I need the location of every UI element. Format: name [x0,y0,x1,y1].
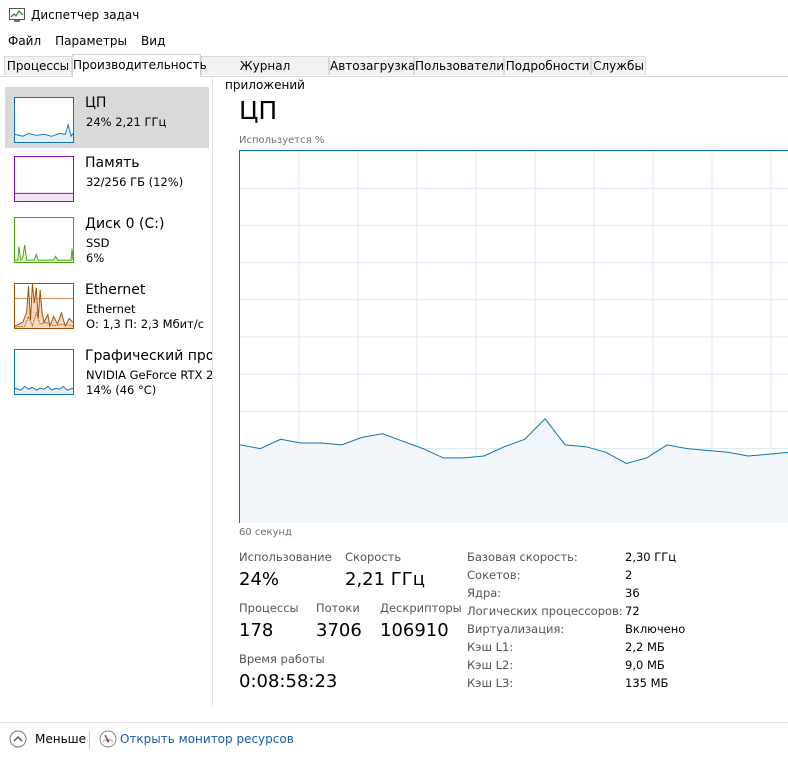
graph-y-label: Используется % [239,135,325,146]
sidebar-item-name: Память [85,155,140,171]
task-manager-icon [9,8,25,22]
detail-label: Логических процессоров: [467,604,623,618]
graph-x-label: 60 секунд [239,527,292,538]
sidebar-item-detail: 24% 2,21 ГГц [86,115,167,129]
sidebar-item-detail: SSD [86,236,110,250]
sidebar-item-detail: 32/256 ГБ (12%) [86,175,184,189]
uptime-value: 0:08:58:23 [239,671,338,692]
resource-sidebar: ЦП 24% 2,21 ГГц Память 32/256 ГБ (12%) Д… [0,77,213,707]
speed-label: Скорость [345,550,402,564]
menu-file[interactable]: Файл [0,34,48,48]
detail-label: Ядра: [467,586,502,600]
detail-label: Кэш L1: [467,640,514,654]
tab-users[interactable]: Пользователи [414,56,504,75]
detail-value: Включено [625,622,686,636]
detail-value: 2,30 ГГц [625,550,677,564]
sidebar-item-disk[interactable]: Диск 0 (C:) SSD 6% [5,214,209,272]
menu-bar: Файл Параметры Вид [0,31,172,51]
sidebar-item-name: Графический процессор 0 [85,348,212,364]
window-title: Диспетчер задач [31,8,140,22]
detail-label: Базовая скорость: [467,550,578,564]
menu-view[interactable]: Вид [134,34,172,48]
sidebar-item-name: Диск 0 (C:) [85,216,165,232]
detail-label: Виртуализация: [467,622,565,636]
detail-label: Кэш L2: [467,658,514,672]
tab-processes[interactable]: Процессы [4,56,72,75]
threads-label: Потоки [316,601,360,615]
gpu-thumbnail [14,349,74,395]
page-title: ЦП [239,96,278,125]
speed-value: 2,21 ГГц [345,569,426,590]
threads-value: 3706 [316,620,362,641]
handles-value: 106910 [380,620,449,641]
ethernet-thumbnail [14,283,74,329]
tab-details[interactable]: Подробности [504,56,591,75]
footer-bar: Меньше Открыть монитор ресурсов [0,722,788,757]
chevron-up-icon[interactable] [9,730,27,748]
detail-value: 2 [625,568,633,582]
cpu-thumbnail [14,97,74,143]
memory-thumbnail [14,156,74,202]
detail-label: Сокетов: [467,568,521,582]
disk-thumbnail [14,217,74,263]
sidebar-item-memory[interactable]: Память 32/256 ГБ (12%) [5,153,209,209]
usage-label: Использование [239,550,332,564]
fewer-details-button[interactable]: Меньше [35,732,86,746]
uptime-label: Время работы [239,652,325,666]
detail-value: 2,2 МБ [625,640,665,654]
detail-label: Кэш L3: [467,676,514,690]
sidebar-item-detail: Ethernet [86,302,136,316]
usage-value: 24% [239,569,280,590]
sidebar-item-gpu[interactable]: Графический процессор 0 NVIDIA GeForce R… [5,345,212,403]
cpu-usage-graph [239,150,788,523]
tab-app-history[interactable]: Журнал приложений [201,56,329,92]
sidebar-item-detail: О: 1,3 П: 2,3 Мбит/с [86,317,205,331]
menu-options[interactable]: Параметры [48,34,134,48]
processes-label: Процессы [239,601,299,615]
resource-monitor-icon[interactable] [99,730,117,748]
sidebar-item-detail: 6% [86,251,105,265]
footer-separator [89,731,90,749]
open-resource-monitor-link[interactable]: Открыть монитор ресурсов [120,732,294,746]
cpu-usage-graph-svg [240,151,788,523]
sidebar-item-name: Ethernet [85,282,146,298]
tab-services[interactable]: Службы [591,56,646,75]
sidebar-item-ethernet[interactable]: Ethernet Ethernet О: 1,3 П: 2,3 Мбит/с [5,280,209,338]
detail-value: 9,0 МБ [625,658,665,672]
title-bar: Диспетчер задач [0,0,788,30]
sidebar-item-name: ЦП [85,95,107,111]
tab-strip: Процессы Производительность Журнал прило… [0,54,788,92]
detail-value: 36 [625,586,640,600]
handles-label: Дескрипторы [380,601,462,615]
detail-value: 135 МБ [625,676,669,690]
tab-performance[interactable]: Производительность [72,54,207,77]
processes-value: 178 [239,620,274,641]
sidebar-item-detail: NVIDIA GeForce RTX 2060 [86,368,213,382]
tab-startup[interactable]: Автозагрузка [329,56,415,75]
detail-value: 72 [625,604,640,618]
cpu-usage-area [240,418,788,523]
sidebar-item-cpu[interactable]: ЦП 24% 2,21 ГГц [5,87,209,148]
sidebar-item-detail: 14% (46 °C) [86,383,157,397]
